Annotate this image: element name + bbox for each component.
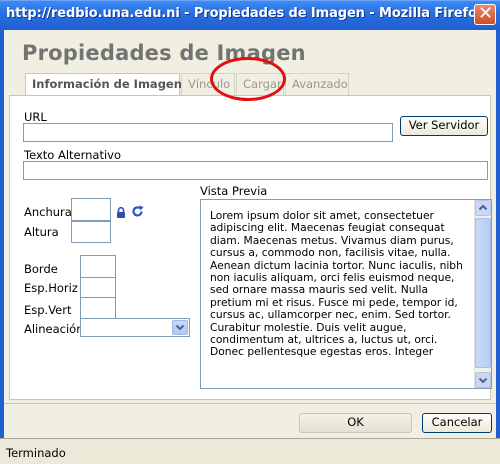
lock-icon[interactable] xyxy=(116,206,126,218)
scroll-thumb[interactable] xyxy=(475,218,491,368)
scroll-down-button[interactable] xyxy=(475,372,491,388)
cancel-button[interactable]: Cancelar xyxy=(422,413,492,433)
chevron-down-icon xyxy=(478,377,488,384)
chevron-up-icon xyxy=(478,204,488,211)
width-input[interactable] xyxy=(71,198,111,221)
preview-scrollbar[interactable] xyxy=(474,200,491,388)
tab-advanced[interactable]: Avanzado xyxy=(285,73,349,95)
preview-label: Vista Previa xyxy=(200,184,268,198)
browse-server-button[interactable]: Ver Servidor xyxy=(400,116,488,136)
vspace-input[interactable] xyxy=(80,297,116,320)
close-icon: ✕ xyxy=(478,3,494,24)
width-label: Anchura xyxy=(24,205,72,219)
align-select[interactable] xyxy=(80,318,190,337)
vspace-label: Esp.Vert xyxy=(24,303,72,317)
scroll-up-button[interactable] xyxy=(475,200,491,216)
height-input[interactable] xyxy=(71,221,111,243)
url-input[interactable] xyxy=(23,123,393,142)
align-dropdown-button[interactable] xyxy=(172,320,188,335)
preview-box[interactable]: Lorem ipsum dolor sit amet, consectetuer… xyxy=(200,199,492,389)
url-label: URL xyxy=(24,110,47,124)
align-label: Alineación xyxy=(24,322,84,336)
hspace-input[interactable] xyxy=(80,277,116,299)
preview-text: Lorem ipsum dolor sit amet, consectetuer… xyxy=(210,210,463,359)
alt-text-label: Texto Alternativo xyxy=(24,148,122,162)
border-input[interactable] xyxy=(80,255,116,279)
chevron-down-icon xyxy=(175,324,185,331)
refresh-icon[interactable] xyxy=(131,205,144,218)
close-button[interactable]: ✕ xyxy=(474,3,496,25)
tab-image-info[interactable]: Información de Imagen xyxy=(25,73,182,96)
height-label: Altura xyxy=(24,225,59,239)
status-bar xyxy=(0,438,500,464)
alt-text-input[interactable] xyxy=(23,161,488,180)
footer-divider xyxy=(4,403,496,404)
status-text: Terminado xyxy=(6,446,66,460)
annotation-circle xyxy=(210,57,286,101)
window-title: http://redbio.una.edu.ni - Propiedades d… xyxy=(6,6,486,21)
border-label: Borde xyxy=(24,262,58,276)
hspace-label: Esp.Horiz xyxy=(24,281,78,295)
ok-button[interactable]: OK xyxy=(299,413,412,433)
